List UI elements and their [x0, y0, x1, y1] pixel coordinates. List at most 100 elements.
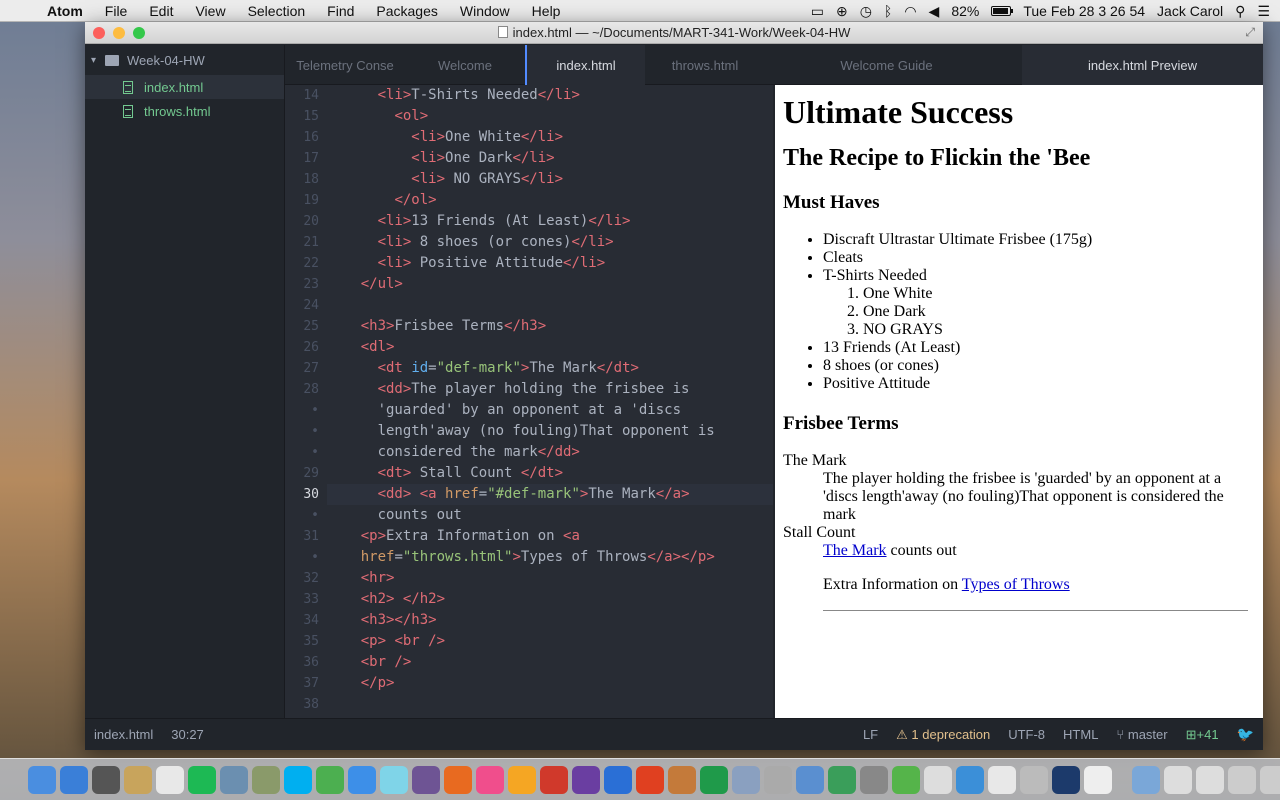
bluetooth-icon[interactable]: ᛒ: [884, 3, 892, 19]
line-number[interactable]: •: [285, 421, 327, 442]
airplay-icon[interactable]: ▭: [811, 3, 824, 19]
line-number[interactable]: 20: [285, 211, 327, 232]
menu-selection[interactable]: Selection: [237, 3, 317, 19]
status-deprecation[interactable]: ⚠ 1 deprecation: [896, 727, 990, 743]
line-number[interactable]: 35: [285, 631, 327, 652]
line-number[interactable]: 21: [285, 232, 327, 253]
code-line[interactable]: counts out: [327, 505, 773, 526]
dock-app-icon[interactable]: [1196, 765, 1224, 794]
battery-icon[interactable]: [991, 5, 1014, 16]
dock-app-icon[interactable]: [220, 765, 248, 794]
code-line[interactable]: </ol>: [327, 190, 773, 211]
menu-edit[interactable]: Edit: [138, 3, 184, 19]
code-line[interactable]: </ul>: [327, 274, 773, 295]
user-name[interactable]: Jack Carol: [1157, 3, 1223, 19]
dock-app-icon[interactable]: [956, 765, 984, 794]
status-file-path[interactable]: index.html: [94, 727, 153, 742]
code-line[interactable]: <p> <br />: [327, 631, 773, 652]
code-line[interactable]: <dt> Stall Count </dt>: [327, 463, 773, 484]
line-number[interactable]: 26: [285, 337, 327, 358]
dock-app-icon[interactable]: [1260, 765, 1280, 794]
notification-center-icon[interactable]: ☰: [1257, 3, 1270, 19]
line-number[interactable]: •: [285, 505, 327, 526]
code-line[interactable]: <dd> <a href="#def-mark">The Mark</a>: [327, 484, 773, 505]
status-grammar[interactable]: HTML: [1063, 727, 1098, 742]
tab-index-html[interactable]: index.html: [525, 45, 645, 85]
line-number[interactable]: 31: [285, 526, 327, 547]
line-number[interactable]: 19: [285, 190, 327, 211]
accessibility-icon[interactable]: ⊕: [836, 3, 848, 19]
menu-find[interactable]: Find: [316, 3, 365, 19]
dock-app-icon[interactable]: [828, 765, 856, 794]
dock-app-icon[interactable]: [636, 765, 664, 794]
code-line[interactable]: 'guarded' by an opponent at a 'discs: [327, 400, 773, 421]
code-line[interactable]: <h3></h3>: [327, 610, 773, 631]
code-line[interactable]: <dd>The player holding the frisbee is: [327, 379, 773, 400]
line-number[interactable]: 28: [285, 379, 327, 400]
dock-app-icon[interactable]: [540, 765, 568, 794]
dock-app-icon[interactable]: [508, 765, 536, 794]
menu-help[interactable]: Help: [521, 3, 572, 19]
menu-file[interactable]: File: [94, 3, 139, 19]
line-number[interactable]: 32: [285, 568, 327, 589]
line-number[interactable]: •: [285, 547, 327, 568]
tab-telemetry-consent[interactable]: Telemetry Conse: [285, 45, 405, 85]
code-line[interactable]: length'away (no fouling)That opponent is: [327, 421, 773, 442]
line-number[interactable]: 36: [285, 652, 327, 673]
status-line-ending[interactable]: LF: [863, 727, 878, 742]
line-number[interactable]: 27: [285, 358, 327, 379]
code-line[interactable]: [327, 295, 773, 316]
dock-app-icon[interactable]: [1228, 765, 1256, 794]
dock-app-icon[interactable]: [476, 765, 504, 794]
fullscreen-icon[interactable]: ⤢: [1245, 25, 1255, 40]
dock-app-icon[interactable]: [1052, 765, 1080, 794]
types-of-throws-link[interactable]: Types of Throws: [962, 576, 1070, 593]
dock-app-icon[interactable]: [860, 765, 888, 794]
line-number[interactable]: 38: [285, 694, 327, 715]
line-number[interactable]: 22: [285, 253, 327, 274]
line-number[interactable]: 34: [285, 610, 327, 631]
dock-app-icon[interactable]: [796, 765, 824, 794]
dock-app-icon[interactable]: [1020, 765, 1048, 794]
dock-app-icon[interactable]: [764, 765, 792, 794]
wifi-icon[interactable]: ◠: [904, 3, 916, 19]
tree-file-index[interactable]: index.html: [85, 75, 284, 99]
dock-app-icon[interactable]: [1084, 765, 1112, 794]
code-line[interactable]: <li>One White</li>: [327, 127, 773, 148]
tab-index-html-preview[interactable]: index.html Preview: [1022, 45, 1263, 85]
line-number[interactable]: 24: [285, 295, 327, 316]
dock-app-icon[interactable]: [604, 765, 632, 794]
line-number[interactable]: 16: [285, 127, 327, 148]
feedback-bird-icon[interactable]: 🐦: [1237, 726, 1254, 743]
dock-app-icon[interactable]: [668, 765, 696, 794]
volume-icon[interactable]: ◀: [929, 3, 940, 19]
status-git-diff[interactable]: ⊞+41: [1186, 727, 1219, 743]
code-line[interactable]: <ol>: [327, 106, 773, 127]
dock-app-icon[interactable]: [572, 765, 600, 794]
status-cursor-position[interactable]: 30:27: [171, 727, 204, 742]
dock-app-icon[interactable]: [156, 765, 184, 794]
dock-app-icon[interactable]: [92, 765, 120, 794]
line-number[interactable]: 14: [285, 85, 327, 106]
code-line[interactable]: <li> Positive Attitude</li>: [327, 253, 773, 274]
code-line[interactable]: considered the mark</dd>: [327, 442, 773, 463]
preview-scrollbar[interactable]: [1256, 85, 1263, 718]
spotlight-search-icon[interactable]: ⚲: [1235, 3, 1245, 19]
dock-app-icon[interactable]: [316, 765, 344, 794]
dock-app-icon[interactable]: [28, 765, 56, 794]
line-number[interactable]: 15: [285, 106, 327, 127]
code-editor[interactable]: <li>T-Shirts Needed</li> <ol> <li>One Wh…: [327, 85, 773, 718]
code-line[interactable]: <li>One Dark</li>: [327, 148, 773, 169]
code-line[interactable]: <dt id="def-mark">The Mark</dt>: [327, 358, 773, 379]
menu-window[interactable]: Window: [449, 3, 521, 19]
dock-app-icon[interactable]: [284, 765, 312, 794]
dock-app-icon[interactable]: [380, 765, 408, 794]
menu-packages[interactable]: Packages: [365, 3, 448, 19]
tab-throws-html[interactable]: throws.html: [645, 45, 765, 85]
dock-app-icon[interactable]: [124, 765, 152, 794]
status-git-branch[interactable]: ⑂ master: [1116, 727, 1167, 742]
code-line[interactable]: href="throws.html">Types of Throws</a></…: [327, 547, 773, 568]
code-line[interactable]: <dl>: [327, 337, 773, 358]
code-line[interactable]: <li>T-Shirts Needed</li>: [327, 85, 773, 106]
code-line[interactable]: <h2> </h2>: [327, 589, 773, 610]
